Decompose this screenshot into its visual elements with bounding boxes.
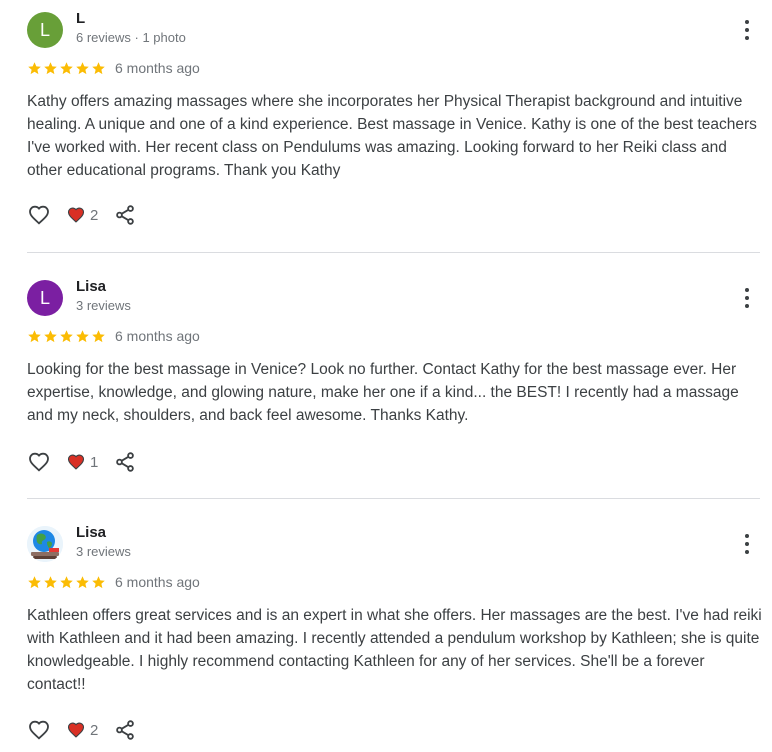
- more-vertical-icon: [745, 20, 749, 24]
- reviews-feed: L L 6 reviews · 1 photo 6 months ago Kat…: [0, 0, 772, 752]
- star-icon: [28, 61, 41, 74]
- like-button[interactable]: [27, 203, 51, 227]
- star-rating: [27, 61, 106, 76]
- share-button[interactable]: [114, 204, 136, 226]
- review-time: 6 months ago: [115, 60, 200, 76]
- review-actions: 2: [27, 718, 136, 742]
- globe-photo-avatar: [27, 526, 63, 562]
- review-actions: 1: [27, 450, 136, 474]
- reviewer-name[interactable]: Lisa: [76, 524, 106, 541]
- avatar[interactable]: L: [27, 280, 63, 316]
- more-options-button[interactable]: [737, 18, 757, 42]
- rating-row: 6 months ago: [27, 59, 200, 77]
- love-reaction-button[interactable]: 2: [66, 718, 98, 742]
- more-options-button[interactable]: [737, 286, 757, 310]
- star-rating: [27, 575, 106, 590]
- avatar-letter: L: [39, 19, 50, 40]
- review-actions: 2: [27, 203, 136, 227]
- reviewer-meta: 3 reviews: [76, 298, 131, 313]
- review-time: 6 months ago: [115, 574, 200, 590]
- heart-filled-icon: [67, 722, 85, 738]
- divider: [27, 252, 760, 253]
- heart-outline-icon: [29, 452, 49, 472]
- love-count: 1: [90, 453, 99, 471]
- star-icon: [76, 575, 89, 588]
- star-icon: [76, 329, 89, 342]
- heart-filled-icon: [67, 454, 85, 470]
- star-icon: [92, 575, 105, 588]
- rating-row: 6 months ago: [27, 327, 200, 345]
- share-button[interactable]: [114, 451, 136, 473]
- share-icon: [116, 205, 135, 225]
- rating-row: 6 months ago: [27, 573, 200, 591]
- review-text: Kathleen offers great services and is an…: [27, 607, 762, 693]
- reviewer-name[interactable]: L: [76, 10, 85, 27]
- star-icon: [44, 61, 57, 74]
- more-vertical-icon: [745, 288, 749, 292]
- share-icon: [116, 720, 135, 740]
- review-text: Looking for the best massage in Venice? …: [27, 361, 739, 424]
- star-icon: [60, 575, 73, 588]
- star-icon: [92, 329, 105, 342]
- love-reaction-button[interactable]: 1: [66, 450, 98, 474]
- heart-outline-icon: [29, 720, 49, 740]
- star-icon: [76, 61, 89, 74]
- love-count: 2: [90, 721, 99, 739]
- like-button[interactable]: [27, 718, 51, 742]
- review-text: Kathy offers amazing massages where she …: [27, 93, 757, 179]
- star-icon: [28, 329, 41, 342]
- avatar[interactable]: L: [27, 12, 63, 48]
- like-button[interactable]: [27, 450, 51, 474]
- reviewer-name[interactable]: Lisa: [76, 278, 106, 295]
- avatar[interactable]: [27, 526, 63, 562]
- star-rating: [27, 329, 106, 344]
- star-icon: [60, 61, 73, 74]
- star-icon: [44, 575, 57, 588]
- more-options-button[interactable]: [737, 532, 757, 556]
- more-vertical-icon: [745, 534, 749, 538]
- share-button[interactable]: [114, 719, 136, 741]
- avatar-letter: L: [39, 287, 50, 308]
- review-time: 6 months ago: [115, 328, 200, 344]
- love-count: 2: [90, 206, 99, 224]
- share-icon: [116, 452, 135, 472]
- star-icon: [60, 329, 73, 342]
- heart-filled-icon: [67, 207, 85, 223]
- reviewer-meta: 3 reviews: [76, 544, 131, 559]
- reviewer-meta: 6 reviews · 1 photo: [76, 30, 186, 45]
- divider: [27, 498, 760, 499]
- love-reaction-button[interactable]: 2: [66, 203, 98, 227]
- star-icon: [92, 61, 105, 74]
- star-icon: [28, 575, 41, 588]
- star-icon: [44, 329, 57, 342]
- heart-outline-icon: [29, 205, 49, 225]
